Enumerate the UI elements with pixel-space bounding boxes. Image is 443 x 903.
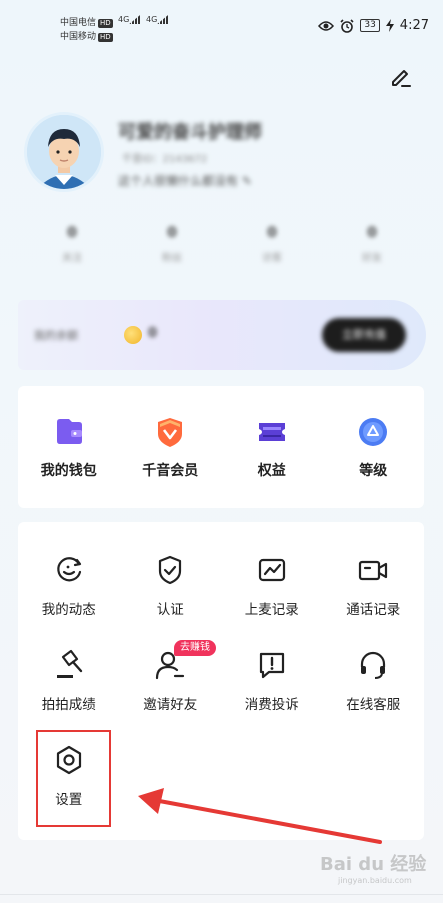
menu-vip[interactable]: 千音会员	[120, 414, 222, 480]
service-dynamic[interactable]: 我的动态	[18, 552, 120, 618]
clock: 4:27	[399, 18, 429, 33]
service-mic-record[interactable]: 上麦记录	[221, 552, 323, 618]
menu-rights[interactable]: 权益	[221, 414, 323, 480]
carrier-1: 中国电信 HD	[60, 18, 113, 28]
bottom-divider	[0, 894, 443, 895]
watermark: Bai du 经验 jingyan.baidu.com	[320, 854, 427, 885]
profile-name: 可爱的奋斗护理师	[118, 122, 262, 143]
service-verify[interactable]: 认证	[120, 552, 222, 618]
service-invite[interactable]: 邀请好友	[120, 647, 222, 713]
complaint-icon	[259, 652, 284, 679]
banner-text: 我的余额	[34, 329, 78, 342]
level-icon	[359, 418, 388, 446]
menu-level[interactable]: 等级	[323, 414, 425, 480]
stat-item[interactable]: 0 粉丝	[122, 225, 222, 275]
dynamic-icon	[57, 557, 81, 582]
highlight-box	[36, 730, 111, 827]
gavel-icon	[56, 649, 82, 678]
quick-menu-card: 我的钱包 千音会员 权益 等级	[18, 386, 424, 508]
charging-icon	[385, 19, 394, 32]
shield-check-icon	[159, 555, 182, 585]
status-bar: 中国电信 HD 中国移动 HD 4G 4G 33 4:27	[0, 0, 443, 58]
profile-stats: 0 关注 0 粉丝 0 访客 0 好友	[22, 225, 422, 275]
annotation-arrow-icon	[138, 788, 382, 844]
stat-item[interactable]: 0 好友	[322, 225, 422, 275]
stat-item[interactable]: 0 关注	[22, 225, 122, 275]
service-call-record[interactable]: 通话记录	[323, 552, 425, 618]
eye-icon	[318, 20, 335, 31]
balance-banner[interactable]: 我的余额 0 立即充值	[18, 300, 426, 370]
signal-2-icon: 4G	[146, 14, 170, 24]
vip-badge-icon	[158, 418, 183, 447]
banner-count: 0	[148, 326, 158, 341]
edit-profile-icon[interactable]	[386, 62, 416, 92]
recharge-button[interactable]: 立即充值	[322, 318, 406, 352]
avatar[interactable]	[24, 112, 104, 192]
alarm-icon	[340, 18, 354, 33]
avatar-image	[27, 115, 101, 189]
invite-badge: 去赚钱	[174, 640, 216, 656]
ticket-icon	[258, 423, 285, 441]
service-auction[interactable]: 拍拍成绩	[18, 647, 120, 713]
menu-wallet[interactable]: 我的钱包	[18, 414, 120, 480]
coin-icon	[124, 326, 142, 344]
profile-uid: 千音ID：2143672	[122, 154, 208, 165]
video-call-icon	[359, 560, 388, 581]
stat-item[interactable]: 0 访客	[222, 225, 322, 275]
status-right: 33 4:27	[318, 18, 429, 33]
headset-icon	[361, 651, 386, 679]
chart-record-icon	[258, 558, 285, 582]
carrier-2: 中国移动 HD	[60, 32, 113, 42]
service-support[interactable]: 在线客服	[323, 647, 425, 713]
service-complaint[interactable]: 消费投诉	[221, 647, 323, 713]
profile-signature[interactable]: 这个人很懒什么都没有 ✎	[118, 172, 252, 189]
signal-1-icon: 4G	[118, 14, 142, 24]
wallet-icon	[56, 419, 82, 444]
battery-icon: 33	[360, 19, 380, 32]
